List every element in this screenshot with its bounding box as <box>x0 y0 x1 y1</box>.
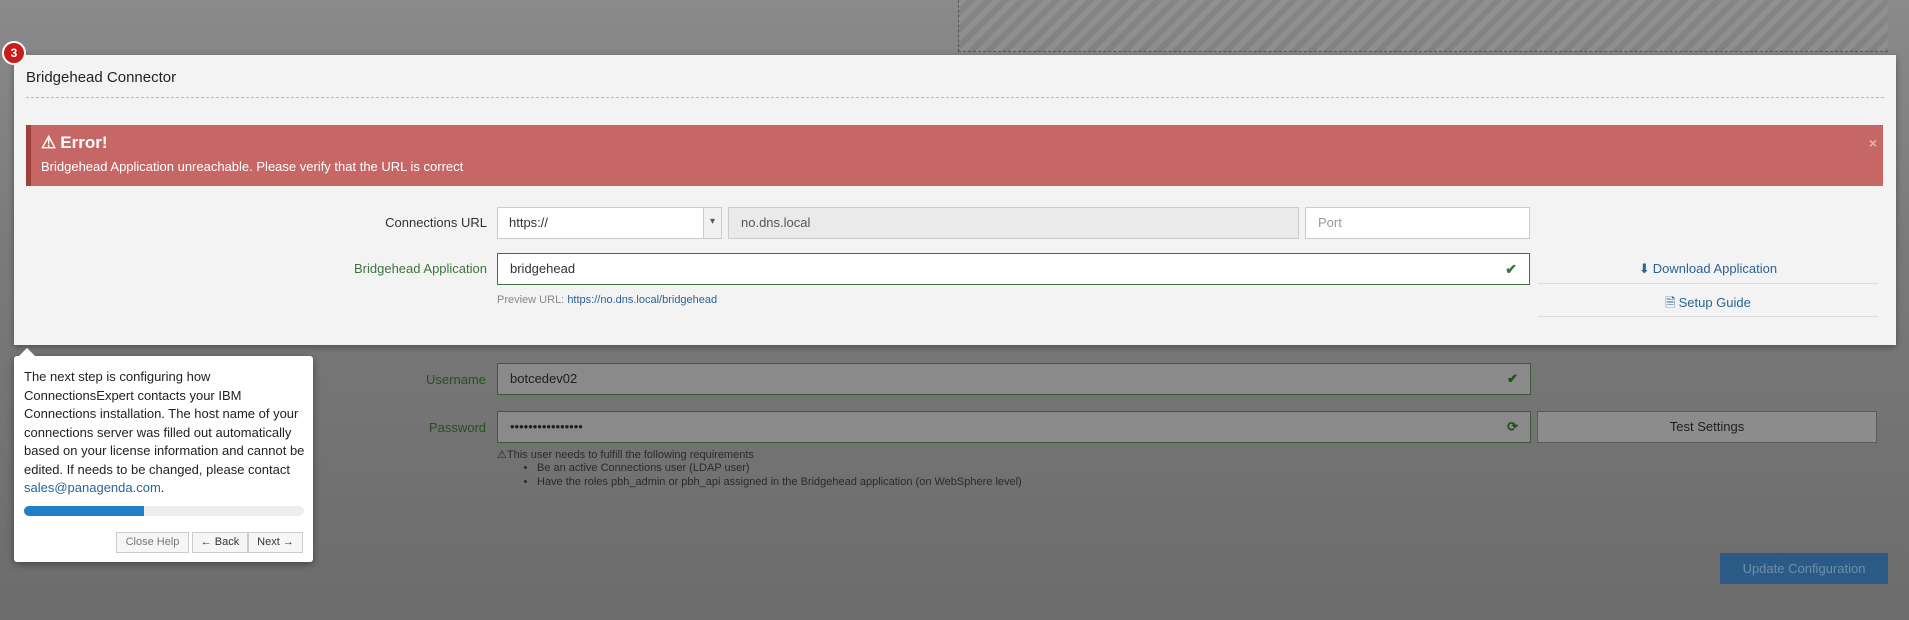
host-value: no.dns.local <box>741 215 811 230</box>
step-badge: 3 <box>2 41 26 65</box>
requirements-intro: This user needs to fulfill the following… <box>506 449 754 461</box>
download-application-label: Download Application <box>1652 261 1778 276</box>
sales-email-link[interactable]: sales@panagenda.com <box>24 480 161 495</box>
help-progress-bar <box>24 506 304 516</box>
modal-title: Bridgehead Connector <box>26 69 177 86</box>
back-button[interactable]: ← Back <box>192 532 248 553</box>
help-popover: The next step is configuring how Connect… <box>14 348 313 562</box>
help-text: The next step is configuring how Connect… <box>24 368 306 498</box>
close-help-button[interactable]: Close Help <box>116 532 189 553</box>
password-input[interactable]: •••••••••••••••• ⟳ <box>497 411 1531 443</box>
alert-title-text: Error! <box>60 133 108 152</box>
next-button[interactable]: Next → <box>248 532 303 553</box>
password-label: Password <box>428 420 486 435</box>
requirements-note: ⚠This user needs to fulfill the followin… <box>497 448 1022 489</box>
username-value: botcedev02 <box>510 371 578 386</box>
port-input[interactable]: Port <box>1305 207 1530 239</box>
bridgehead-application-label: Bridgehead Application <box>354 261 487 276</box>
bridgehead-application-value: bridgehead <box>510 261 576 276</box>
password-value: •••••••••••••••• <box>510 419 583 434</box>
username-label: Username <box>426 372 486 387</box>
spinner-icon: ⟳ <box>1507 419 1518 434</box>
protocol-value: https:// <box>509 215 549 230</box>
help-text-body: The next step is configuring how Connect… <box>24 369 305 477</box>
warning-icon: ⚠ <box>497 449 507 461</box>
protocol-select[interactable]: https:// ▾ <box>497 207 722 239</box>
host-input: no.dns.local <box>728 207 1299 239</box>
popover-arrow <box>19 348 35 356</box>
close-icon[interactable]: × <box>1869 135 1877 151</box>
download-icon: ⬇ <box>1638 261 1650 276</box>
setup-guide-link[interactable]: 🗎 Setup Guide <box>1538 294 1878 316</box>
pdf-file-icon: 🗎 <box>1665 295 1676 310</box>
connections-url-label: Connections URL <box>385 215 487 230</box>
alert-message: Bridgehead Application unreachable. Plea… <box>41 159 464 174</box>
error-alert: ⚠ Error! Bridgehead Application unreachab… <box>26 125 1883 186</box>
divider <box>1538 316 1878 317</box>
preview-url-label: Preview URL: <box>497 294 565 306</box>
port-placeholder: Port <box>1318 215 1342 230</box>
divider <box>26 97 1884 98</box>
chevron-down-icon: ▾ <box>703 208 721 238</box>
download-application-link[interactable]: ⬇ Download Application <box>1538 261 1878 277</box>
update-configuration-button[interactable]: Update Configuration <box>1720 553 1888 584</box>
help-text-end: . <box>160 480 165 495</box>
help-progress-fill <box>24 506 145 516</box>
warning-icon: ⚠ <box>41 133 57 152</box>
setup-guide-label: Setup Guide <box>1678 295 1751 310</box>
bridgehead-application-input[interactable]: bridgehead ✔ <box>497 253 1530 285</box>
username-input[interactable]: botcedev02 ✔ <box>497 363 1531 395</box>
divider <box>1538 283 1878 284</box>
bridgehead-connector-modal: 3 Bridgehead Connector ⚠ Error! Bridgehea… <box>2 41 1896 345</box>
preview-url: Preview URL: https://no.dns.local/bridge… <box>497 294 717 306</box>
list-item: Be an active Connections user (LDAP user… <box>537 461 1022 475</box>
preview-url-link[interactable]: https://no.dns.local/bridgehead <box>567 294 717 306</box>
test-settings-button[interactable]: Test Settings <box>1537 411 1877 443</box>
check-icon: ✔ <box>1505 261 1517 277</box>
check-icon: ✔ <box>1507 371 1518 386</box>
alert-title: ⚠ Error! <box>41 133 107 153</box>
list-item: Have the roles pbh_admin or pbh_api assi… <box>537 475 1022 489</box>
